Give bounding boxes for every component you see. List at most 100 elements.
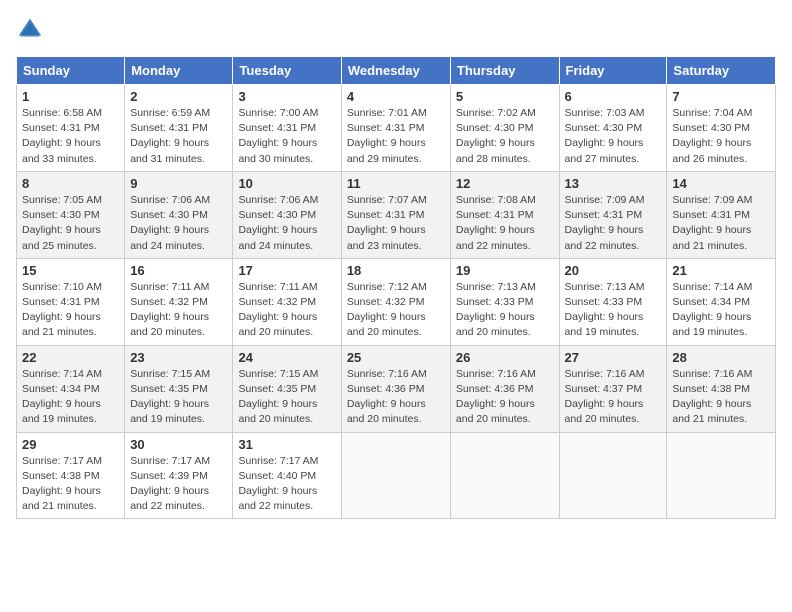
day-number: 20 (565, 263, 662, 278)
day-number: 16 (130, 263, 227, 278)
calendar-cell: 21 Sunrise: 7:14 AMSunset: 4:34 PMDaylig… (667, 258, 776, 345)
day-detail: Sunrise: 7:05 AMSunset: 4:30 PMDaylight:… (22, 193, 119, 254)
calendar-cell: 29 Sunrise: 7:17 AMSunset: 4:38 PMDaylig… (17, 432, 125, 519)
calendar-cell: 2 Sunrise: 6:59 AMSunset: 4:31 PMDayligh… (125, 85, 233, 172)
day-detail: Sunrise: 7:16 AMSunset: 4:36 PMDaylight:… (347, 367, 445, 428)
day-number: 1 (22, 89, 119, 104)
day-detail: Sunrise: 7:09 AMSunset: 4:31 PMDaylight:… (565, 193, 662, 254)
day-detail: Sunrise: 6:58 AMSunset: 4:31 PMDaylight:… (22, 106, 119, 167)
calendar-cell: 27 Sunrise: 7:16 AMSunset: 4:37 PMDaylig… (559, 345, 667, 432)
calendar-cell: 24 Sunrise: 7:15 AMSunset: 4:35 PMDaylig… (233, 345, 341, 432)
day-detail: Sunrise: 7:09 AMSunset: 4:31 PMDaylight:… (672, 193, 770, 254)
col-header-saturday: Saturday (667, 57, 776, 85)
day-number: 18 (347, 263, 445, 278)
day-detail: Sunrise: 7:12 AMSunset: 4:32 PMDaylight:… (347, 280, 445, 341)
col-header-tuesday: Tuesday (233, 57, 341, 85)
calendar-cell: 30 Sunrise: 7:17 AMSunset: 4:39 PMDaylig… (125, 432, 233, 519)
day-detail: Sunrise: 7:10 AMSunset: 4:31 PMDaylight:… (22, 280, 119, 341)
day-number: 4 (347, 89, 445, 104)
day-number: 10 (238, 176, 335, 191)
day-detail: Sunrise: 7:16 AMSunset: 4:36 PMDaylight:… (456, 367, 554, 428)
calendar-cell: 17 Sunrise: 7:11 AMSunset: 4:32 PMDaylig… (233, 258, 341, 345)
calendar-cell (667, 432, 776, 519)
day-detail: Sunrise: 7:03 AMSunset: 4:30 PMDaylight:… (565, 106, 662, 167)
day-detail: Sunrise: 7:16 AMSunset: 4:37 PMDaylight:… (565, 367, 662, 428)
day-detail: Sunrise: 7:11 AMSunset: 4:32 PMDaylight:… (130, 280, 227, 341)
day-number: 29 (22, 437, 119, 452)
day-detail: Sunrise: 7:08 AMSunset: 4:31 PMDaylight:… (456, 193, 554, 254)
day-number: 11 (347, 176, 445, 191)
calendar-cell: 1 Sunrise: 6:58 AMSunset: 4:31 PMDayligh… (17, 85, 125, 172)
day-number: 22 (22, 350, 119, 365)
calendar-cell: 23 Sunrise: 7:15 AMSunset: 4:35 PMDaylig… (125, 345, 233, 432)
day-number: 28 (672, 350, 770, 365)
day-detail: Sunrise: 7:17 AMSunset: 4:39 PMDaylight:… (130, 454, 227, 515)
day-number: 17 (238, 263, 335, 278)
calendar-cell (341, 432, 450, 519)
calendar-cell: 9 Sunrise: 7:06 AMSunset: 4:30 PMDayligh… (125, 171, 233, 258)
calendar-cell: 6 Sunrise: 7:03 AMSunset: 4:30 PMDayligh… (559, 85, 667, 172)
calendar-cell: 8 Sunrise: 7:05 AMSunset: 4:30 PMDayligh… (17, 171, 125, 258)
calendar-cell: 3 Sunrise: 7:00 AMSunset: 4:31 PMDayligh… (233, 85, 341, 172)
day-number: 23 (130, 350, 227, 365)
calendar-cell: 5 Sunrise: 7:02 AMSunset: 4:30 PMDayligh… (450, 85, 559, 172)
day-detail: Sunrise: 6:59 AMSunset: 4:31 PMDaylight:… (130, 106, 227, 167)
day-number: 25 (347, 350, 445, 365)
day-number: 14 (672, 176, 770, 191)
calendar-cell (450, 432, 559, 519)
col-header-wednesday: Wednesday (341, 57, 450, 85)
day-detail: Sunrise: 7:13 AMSunset: 4:33 PMDaylight:… (565, 280, 662, 341)
day-number: 8 (22, 176, 119, 191)
day-detail: Sunrise: 7:00 AMSunset: 4:31 PMDaylight:… (238, 106, 335, 167)
day-detail: Sunrise: 7:04 AMSunset: 4:30 PMDaylight:… (672, 106, 770, 167)
day-number: 9 (130, 176, 227, 191)
col-header-sunday: Sunday (17, 57, 125, 85)
day-detail: Sunrise: 7:14 AMSunset: 4:34 PMDaylight:… (672, 280, 770, 341)
calendar-cell: 19 Sunrise: 7:13 AMSunset: 4:33 PMDaylig… (450, 258, 559, 345)
day-detail: Sunrise: 7:15 AMSunset: 4:35 PMDaylight:… (238, 367, 335, 428)
calendar-cell: 20 Sunrise: 7:13 AMSunset: 4:33 PMDaylig… (559, 258, 667, 345)
day-detail: Sunrise: 7:02 AMSunset: 4:30 PMDaylight:… (456, 106, 554, 167)
calendar-cell: 12 Sunrise: 7:08 AMSunset: 4:31 PMDaylig… (450, 171, 559, 258)
calendar-cell: 28 Sunrise: 7:16 AMSunset: 4:38 PMDaylig… (667, 345, 776, 432)
logo-icon (16, 16, 44, 44)
day-number: 26 (456, 350, 554, 365)
day-number: 24 (238, 350, 335, 365)
calendar-cell: 16 Sunrise: 7:11 AMSunset: 4:32 PMDaylig… (125, 258, 233, 345)
calendar-cell: 14 Sunrise: 7:09 AMSunset: 4:31 PMDaylig… (667, 171, 776, 258)
calendar-cell: 15 Sunrise: 7:10 AMSunset: 4:31 PMDaylig… (17, 258, 125, 345)
logo (16, 16, 48, 44)
calendar-cell: 31 Sunrise: 7:17 AMSunset: 4:40 PMDaylig… (233, 432, 341, 519)
calendar-table: SundayMondayTuesdayWednesdayThursdayFrid… (16, 56, 776, 519)
calendar-cell: 13 Sunrise: 7:09 AMSunset: 4:31 PMDaylig… (559, 171, 667, 258)
calendar-cell: 10 Sunrise: 7:06 AMSunset: 4:30 PMDaylig… (233, 171, 341, 258)
calendar-cell: 11 Sunrise: 7:07 AMSunset: 4:31 PMDaylig… (341, 171, 450, 258)
day-detail: Sunrise: 7:13 AMSunset: 4:33 PMDaylight:… (456, 280, 554, 341)
day-number: 3 (238, 89, 335, 104)
day-detail: Sunrise: 7:06 AMSunset: 4:30 PMDaylight:… (130, 193, 227, 254)
day-detail: Sunrise: 7:17 AMSunset: 4:40 PMDaylight:… (238, 454, 335, 515)
calendar-cell: 18 Sunrise: 7:12 AMSunset: 4:32 PMDaylig… (341, 258, 450, 345)
day-detail: Sunrise: 7:01 AMSunset: 4:31 PMDaylight:… (347, 106, 445, 167)
day-number: 7 (672, 89, 770, 104)
day-detail: Sunrise: 7:11 AMSunset: 4:32 PMDaylight:… (238, 280, 335, 341)
calendar-cell: 4 Sunrise: 7:01 AMSunset: 4:31 PMDayligh… (341, 85, 450, 172)
day-number: 2 (130, 89, 227, 104)
day-number: 19 (456, 263, 554, 278)
day-number: 15 (22, 263, 119, 278)
calendar-cell (559, 432, 667, 519)
day-number: 6 (565, 89, 662, 104)
page-header (16, 16, 776, 44)
day-number: 30 (130, 437, 227, 452)
day-detail: Sunrise: 7:07 AMSunset: 4:31 PMDaylight:… (347, 193, 445, 254)
col-header-thursday: Thursday (450, 57, 559, 85)
day-detail: Sunrise: 7:17 AMSunset: 4:38 PMDaylight:… (22, 454, 119, 515)
col-header-friday: Friday (559, 57, 667, 85)
day-detail: Sunrise: 7:14 AMSunset: 4:34 PMDaylight:… (22, 367, 119, 428)
day-number: 13 (565, 176, 662, 191)
day-number: 21 (672, 263, 770, 278)
calendar-cell: 7 Sunrise: 7:04 AMSunset: 4:30 PMDayligh… (667, 85, 776, 172)
day-number: 12 (456, 176, 554, 191)
col-header-monday: Monday (125, 57, 233, 85)
day-detail: Sunrise: 7:16 AMSunset: 4:38 PMDaylight:… (672, 367, 770, 428)
